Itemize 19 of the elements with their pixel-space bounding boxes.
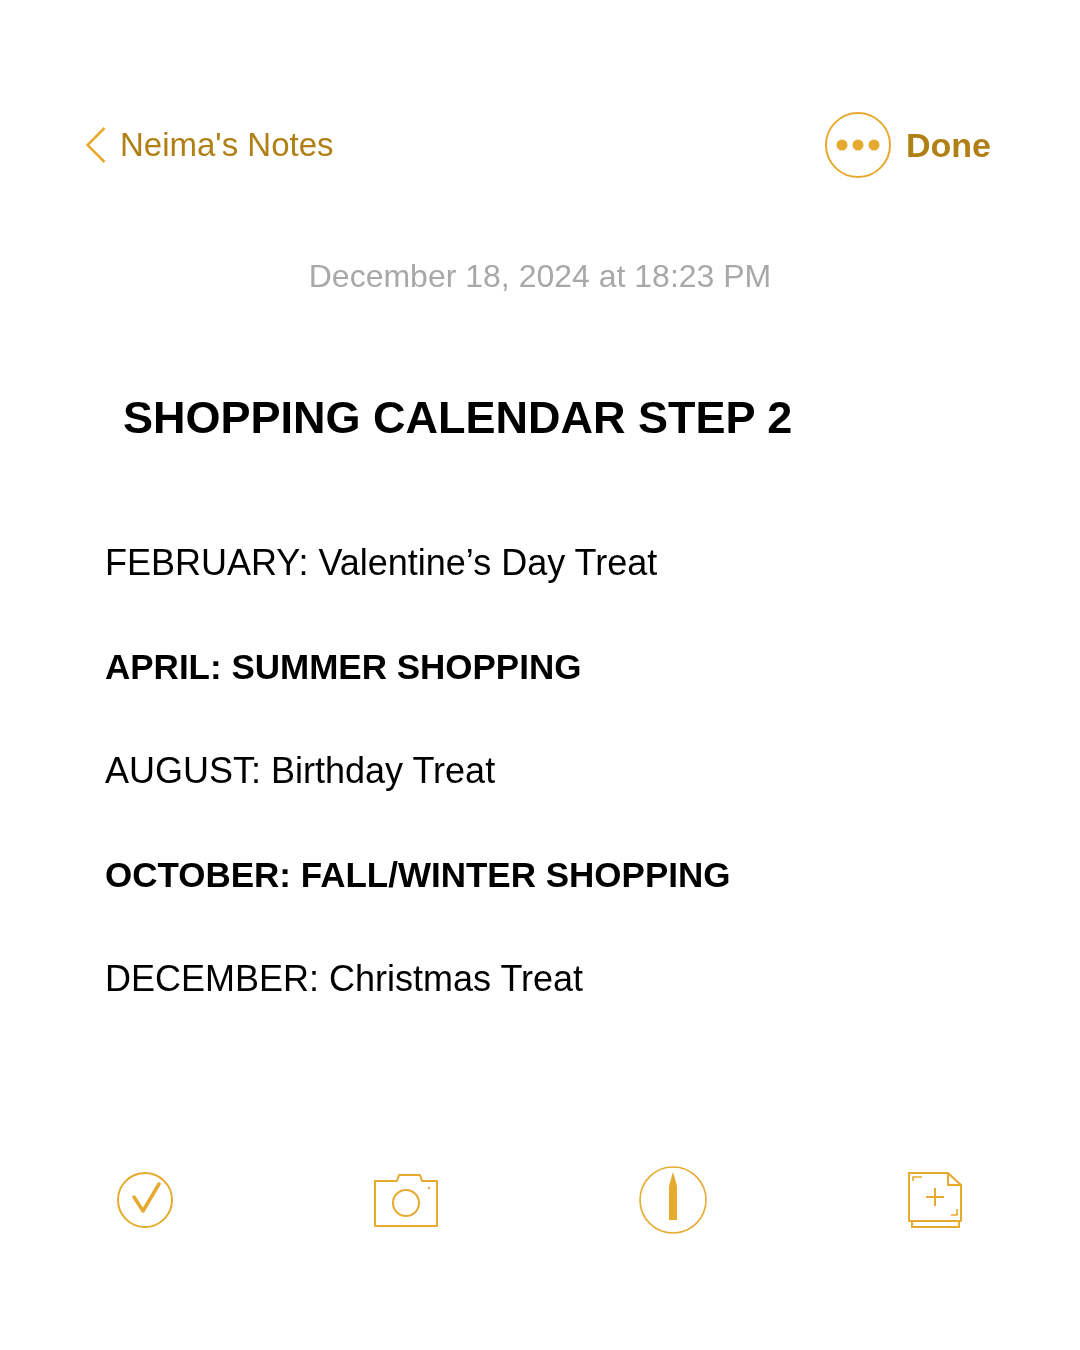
markup-button[interactable] <box>639 1166 707 1234</box>
ellipsis-icon <box>836 139 880 151</box>
new-note-button[interactable] <box>908 1172 962 1228</box>
note-text-line: AUGUST: Birthday Treat <box>105 749 497 793</box>
chevron-left-icon <box>86 127 106 163</box>
checklist-button[interactable] <box>117 1172 173 1228</box>
more-button[interactable] <box>825 112 891 178</box>
note-title: SHOPPING CALENDAR STEP 2 <box>123 391 794 445</box>
note-text-line: FEBRUARY: Valentine’s Day Treat <box>105 541 659 585</box>
note-heading-line: OCTOBER: FALL/WINTER SHOPPING <box>105 854 732 896</box>
checkmark-circle-icon <box>117 1172 173 1228</box>
done-button[interactable]: Done <box>906 125 991 165</box>
pencil-circle-icon <box>639 1166 707 1234</box>
camera-icon <box>374 1173 438 1227</box>
note-text-line: DECEMBER: Christmas Treat <box>105 957 585 1001</box>
camera-button[interactable] <box>374 1173 438 1227</box>
note-heading-line: APRIL: SUMMER SHOPPING <box>105 646 583 688</box>
note-timestamp: December 18, 2024 at 18:23 PM <box>308 257 772 296</box>
new-note-icon <box>908 1172 962 1228</box>
